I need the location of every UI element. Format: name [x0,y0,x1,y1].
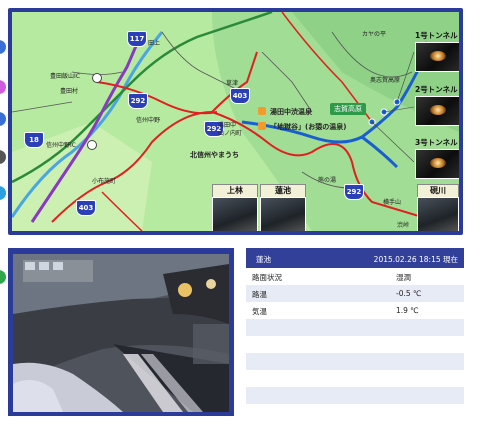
row-label: 路面状況 [252,273,282,282]
row-value: 1.9 ℃ [396,306,419,315]
toyota-mura-label: 豊田村 [60,88,79,95]
tunnel-3-camera[interactable] [415,149,459,179]
toyota-iiyama-ic-label: 豊田飯山IC [50,73,80,80]
table-row: 路面状況 湿潤 [246,268,464,285]
camera-kamibayashi-thumb[interactable] [212,197,258,231]
nav-circle-6[interactable] [0,270,6,284]
camera-suzuri-thumb[interactable] [417,197,459,231]
route-403-shield: 403 [230,88,250,104]
row-value: 湿潤 [396,273,411,282]
nav-circle-2[interactable] [0,80,6,94]
table-row [246,319,464,336]
nav-circle-1[interactable] [0,40,6,54]
info-header: 蓮池 2015.02.26 18:15 現在 [246,248,464,268]
live-camera-image [13,254,229,412]
onsen-icon [258,107,266,115]
onsen-icon [258,122,266,130]
tunnel-2-label: 2号トンネル [415,85,458,94]
live-camera-frame [8,248,234,416]
kotaki-label: 小布施町 [92,178,117,185]
onsen-label-1: 湯田中渋温泉 [270,108,312,116]
shibutoge-label: 渋峠 [397,222,410,229]
ic-dot [87,140,97,150]
nav-circle-5[interactable] [0,186,6,200]
nav-circle-3[interactable] [0,112,6,126]
route-map: 117 292 403 292 18 403 292 豊田飯山IC 豊田村 信州… [12,12,459,231]
route-292-shield: 292 [128,93,148,109]
tunnel-2-camera[interactable] [415,96,459,126]
camera-hasuike-label[interactable]: 蓮池 [260,184,306,198]
camera-scene [13,254,229,412]
camera-hasuike-thumb[interactable] [260,197,306,231]
route-403-shield: 403 [76,200,96,216]
tunnel-1-camera[interactable] [415,42,459,72]
table-row [246,387,464,404]
onsen-label-2: 「地獄谷」(お猿の温泉) [270,123,347,131]
camera-suzuri-label[interactable]: 硯川 [417,184,459,198]
nav-circle-4[interactable] [0,150,6,164]
route-18-shield: 18 [24,132,44,148]
yokoteyama-label: 横手山 [383,199,402,206]
kumanoyu-label: 熊の湯 [318,177,337,184]
table-row [246,336,464,353]
table-row: 路温 -0.5 ℃ [246,285,464,302]
row-label: 気温 [252,307,267,316]
shinshu-label: 信州中野 [136,117,161,124]
okushiga-label: 奥志賀高原 [370,77,401,84]
table-row [246,370,464,387]
road-info-table: 蓮池 2015.02.26 18:15 現在 路面状況 湿潤 路温 -0.5 ℃… [246,248,464,428]
kitashinshu-label: 北信州やまうち [190,151,239,159]
route-117-shield: 117 [127,31,147,47]
table-row [246,353,464,370]
info-location: 蓮池 [256,255,271,264]
table-row [246,404,464,421]
tunnel-3-label: 3号トンネル [415,138,458,147]
area-tag: 志賀高原 [330,103,366,115]
row-value: -0.5 ℃ [396,289,422,298]
info-timestamp: 2015.02.26 18:15 現在 [373,255,458,264]
table-row: 気温 1.9 ℃ [246,302,464,319]
ic-dot [92,73,102,83]
route-292-shield: 292 [344,184,364,200]
route-map-frame: 117 292 403 292 18 403 292 豊田飯山IC 豊田村 信州… [8,8,463,235]
yamanouchi-label: 山ノ内町 [218,130,243,137]
kayanoheira-label: カヤの平 [362,31,387,38]
taguchi-label: 田上 [148,40,161,47]
tunnel-1-label: 1号トンネル [415,31,458,40]
camera-kamibayashi-label[interactable]: 上林 [212,184,258,198]
row-label: 路温 [252,290,267,299]
miharashi-label: 草津 [226,80,239,87]
shinshu-nakano-ic-label: 信州中野IC [46,142,76,149]
